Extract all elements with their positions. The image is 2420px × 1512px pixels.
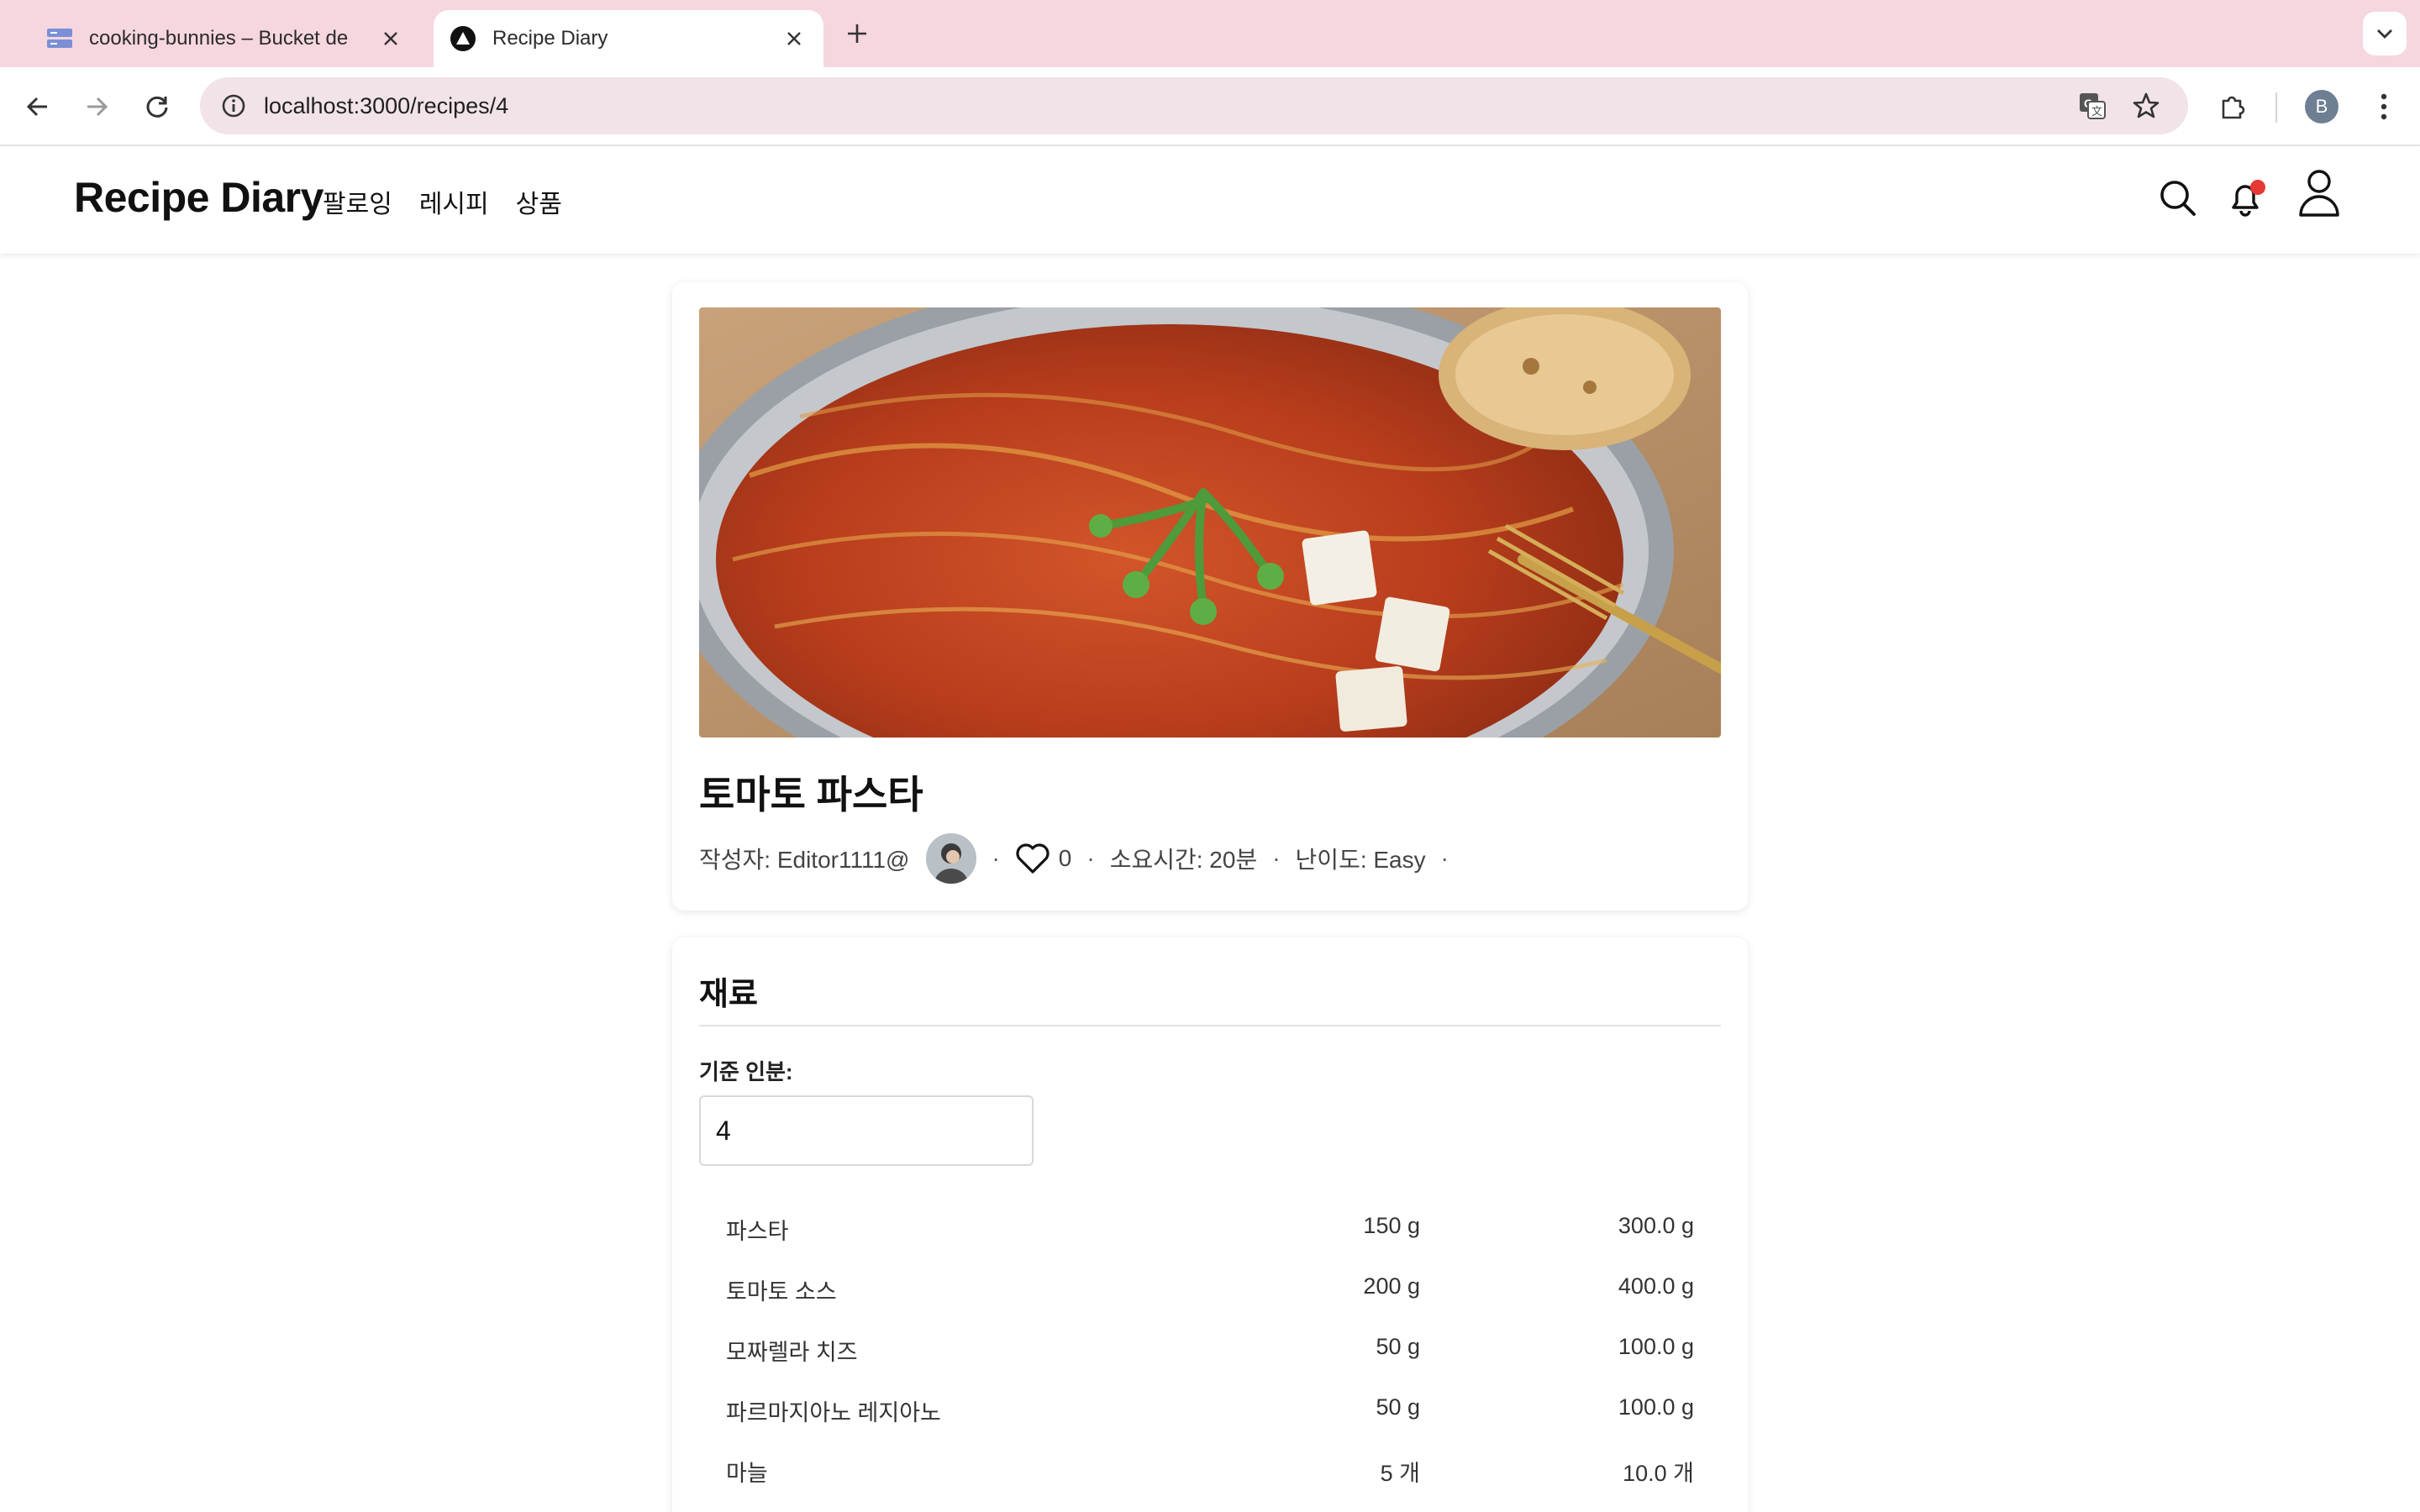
avatar: B bbox=[2305, 90, 2338, 123]
ingredient-base-amount: 5 개 bbox=[1380, 1461, 1420, 1486]
recipe-summary-card: 토마토 파스타 작성자: Editor1111@ · 0 · 소요시간: 20분… bbox=[672, 282, 1748, 911]
bucket-icon bbox=[45, 24, 74, 53]
section-title: 재료 bbox=[699, 977, 758, 1012]
user-icon bbox=[2299, 170, 2339, 217]
main-nav: 팔로잉 레시피 상품 bbox=[323, 183, 562, 220]
back-button[interactable] bbox=[17, 86, 59, 128]
ingredient-name: 모짜렐라 치즈 bbox=[726, 1340, 858, 1365]
triangle-logo-icon bbox=[449, 24, 477, 53]
ingredient-row: 파르마지아노 레지아노 50 g 100.0 g bbox=[699, 1383, 1721, 1443]
tab-search-button[interactable] bbox=[2363, 12, 2407, 55]
ingredient-row: 모짜렐라 치즈 50 g 100.0 g bbox=[699, 1322, 1721, 1383]
ingredient-base-amount: 50 g bbox=[1376, 1334, 1420, 1359]
brand-logo[interactable]: Recipe Diary bbox=[74, 173, 324, 222]
cook-time: 소요시간: 20분 bbox=[1109, 847, 1258, 873]
notifications-button[interactable] bbox=[2218, 171, 2272, 225]
ingredients-card: 재료 기준 인분: 파스타 150 g 300.0 g 토마토 소스 200 g… bbox=[672, 937, 1748, 1512]
ingredient-base-amount: 150 g bbox=[1363, 1213, 1420, 1238]
plus-icon bbox=[848, 24, 866, 43]
meta-separator: · bbox=[1272, 845, 1281, 871]
ingredient-base-amount: 200 g bbox=[1363, 1273, 1420, 1299]
ingredient-row: 토마토 소스 200 g 400.0 g bbox=[699, 1262, 1721, 1322]
recipe-meta: 작성자: Editor1111@ · 0 · 소요시간: 20분 · 난이도: … bbox=[699, 833, 1464, 884]
tab-title: cooking-bunnies – Bucket de bbox=[89, 27, 349, 50]
nav-following[interactable]: 팔로잉 bbox=[323, 183, 392, 220]
ingredient-scaled-amount: 300.0 g bbox=[1618, 1213, 1694, 1238]
ingredient-name: 파스타 bbox=[726, 1219, 789, 1244]
like-count: 0 bbox=[1058, 845, 1072, 871]
profile-menu-button[interactable] bbox=[2292, 166, 2346, 220]
recipe-title: 토마토 파스타 bbox=[699, 773, 923, 816]
translate-icon[interactable]: G文 bbox=[2072, 86, 2112, 126]
meta-separator: · bbox=[1086, 845, 1095, 871]
new-tab-button[interactable] bbox=[840, 15, 874, 52]
extensions-button[interactable] bbox=[2212, 86, 2254, 128]
puzzle-icon bbox=[2222, 96, 2245, 119]
nav-recipes[interactable]: 레시피 bbox=[419, 183, 489, 220]
nav-products[interactable]: 상품 bbox=[516, 183, 562, 220]
meta-separator: · bbox=[1440, 845, 1449, 871]
tab-title: Recipe Diary bbox=[492, 27, 608, 50]
reload-icon bbox=[146, 96, 168, 118]
meta-separator: · bbox=[992, 845, 1000, 871]
ingredient-name: 토마토 소스 bbox=[726, 1279, 837, 1305]
difficulty: 난이도: Easy bbox=[1295, 847, 1426, 873]
reload-button[interactable] bbox=[136, 86, 178, 128]
serving-label: 기준 인분: bbox=[699, 1059, 793, 1084]
address-bar[interactable]: localhost:3000/recipes/4 G文 bbox=[200, 77, 2188, 134]
profile-button[interactable]: B bbox=[2301, 86, 2343, 128]
divider bbox=[699, 1025, 1721, 1026]
site-info-icon[interactable] bbox=[215, 87, 252, 124]
search-button[interactable] bbox=[2151, 171, 2205, 225]
ingredient-name: 파르마지아노 레지아노 bbox=[726, 1400, 941, 1425]
kebab-menu-icon bbox=[2381, 93, 2387, 120]
url-text: localhost:3000/recipes/4 bbox=[264, 92, 509, 118]
ingredient-base-amount: 50 g bbox=[1376, 1394, 1420, 1420]
author-label[interactable]: 작성자: Editor1111@ bbox=[699, 842, 909, 875]
close-icon[interactable] bbox=[780, 24, 808, 53]
ingredient-row: 마늘 5 개 10.0 개 bbox=[699, 1443, 1721, 1504]
ingredient-list: 파스타 150 g 300.0 g 토마토 소스 200 g 400.0 g 모… bbox=[699, 1201, 1721, 1504]
toolbar-divider bbox=[2275, 92, 2277, 123]
arrow-left-icon bbox=[26, 97, 47, 117]
tab-recipe-diary[interactable]: Recipe Diary bbox=[434, 10, 823, 67]
chevron-down-icon bbox=[2377, 29, 2392, 39]
browser-menu-button[interactable] bbox=[2363, 86, 2405, 128]
heart-icon[interactable] bbox=[1015, 843, 1050, 874]
ingredient-scaled-amount: 100.0 g bbox=[1618, 1394, 1694, 1420]
ingredient-scaled-amount: 100.0 g bbox=[1618, 1334, 1694, 1359]
bookmark-star-icon[interactable] bbox=[2126, 86, 2166, 126]
search-icon bbox=[2160, 181, 2196, 216]
recipe-photo bbox=[699, 307, 1721, 738]
svg-text:文: 文 bbox=[2091, 106, 2102, 118]
tab-cooking-bunnies[interactable]: cooking-bunnies – Bucket de bbox=[25, 10, 420, 67]
serving-input[interactable] bbox=[699, 1095, 1034, 1166]
close-icon[interactable] bbox=[376, 24, 405, 53]
avatar[interactable] bbox=[926, 833, 977, 884]
ingredient-name: 마늘 bbox=[726, 1461, 768, 1486]
browser-tab-bar: cooking-bunnies – Bucket de Recipe Diary bbox=[0, 0, 2420, 67]
ingredient-row: 파스타 150 g 300.0 g bbox=[699, 1201, 1721, 1262]
site-header: Recipe Diary 팔로잉 레시피 상품 bbox=[0, 146, 2420, 254]
ingredient-scaled-amount: 10.0 개 bbox=[1623, 1461, 1694, 1486]
notification-badge bbox=[2250, 180, 2265, 195]
browser-toolbar: localhost:3000/recipes/4 G文 B bbox=[0, 67, 2420, 146]
forward-button[interactable] bbox=[76, 86, 118, 128]
ingredient-scaled-amount: 400.0 g bbox=[1618, 1273, 1694, 1299]
arrow-right-icon bbox=[87, 97, 108, 117]
